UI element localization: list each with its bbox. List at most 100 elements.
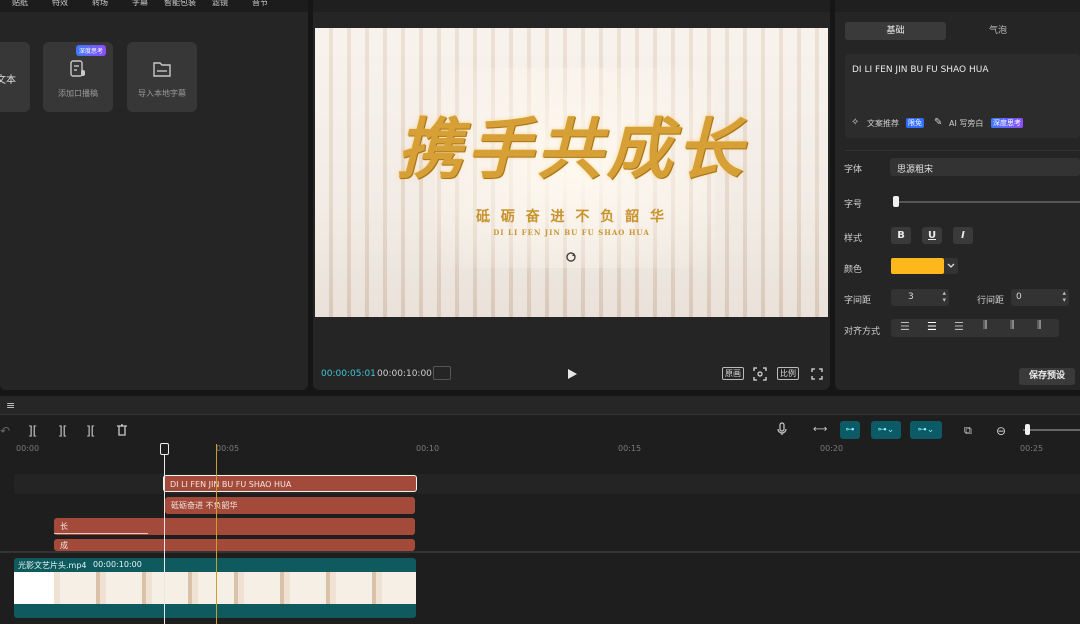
align-label: 对齐方式 [844, 327, 881, 337]
align-left-icon[interactable]: ☰ [900, 320, 910, 333]
screenshot-icon[interactable]: ⧉ [964, 424, 972, 438]
player-header [313, 0, 830, 12]
trim-right-icon[interactable]: ][ [86, 424, 95, 438]
text-content: DI LI FEN JIN BU FU SHAO HUA [852, 65, 989, 75]
sparkle-icon: ✧ [851, 117, 860, 128]
letter-spacing-label: 字间距 [844, 296, 872, 306]
folder-icon [153, 62, 171, 77]
trim-left-icon[interactable]: ][ [58, 424, 67, 438]
ruler-tick: 00:25 [1020, 444, 1044, 453]
player-controls: 00:00:05:01 00:00:10:00 原画 比例 [315, 360, 828, 388]
ruler-tick: 00:10 [416, 444, 440, 453]
stepper-icon[interactable]: ▴ ▾ [942, 290, 946, 304]
tab-basic[interactable]: 基础 [845, 22, 946, 40]
size-label: 字号 [844, 200, 863, 210]
video-thumbnails [14, 572, 416, 604]
line-spacing-label: 行间距 [977, 296, 1005, 306]
original-quality-button[interactable]: 原画 [722, 367, 744, 380]
split-icon[interactable]: ][ [28, 424, 37, 438]
magnet-snap-button[interactable]: ⊶ [840, 421, 860, 439]
preview-pinyin: DI LI FEN JIN BU FU SHAO HUA [493, 228, 650, 237]
tab-subtitles[interactable]: 字幕 [120, 0, 160, 12]
fit-screen-icon[interactable] [753, 367, 767, 381]
video-preview[interactable]: 携手共成长 砥 砺 奋 进 不 负 韶 华 DI LI FEN JIN BU F… [315, 28, 828, 317]
align-right-icon[interactable]: ☰ [954, 320, 964, 333]
undo-icon[interactable]: ↶ [0, 424, 10, 438]
text-card-label: 文本 [0, 75, 16, 86]
align-center-icon[interactable]: ☰ [927, 320, 937, 333]
tab-stickers[interactable]: 贴纸 [0, 0, 40, 12]
font-value: 思源粗宋 [897, 165, 934, 175]
stepper-icon[interactable]: ▴ ▾ [1062, 290, 1066, 304]
play-icon[interactable] [566, 368, 578, 380]
tab-filters[interactable]: 滤镜 [200, 0, 240, 12]
line-spacing-value: 0 [1016, 292, 1022, 302]
tab-effects[interactable]: 特效 [40, 0, 80, 12]
size-slider-track[interactable] [893, 201, 1080, 203]
clip-keyframe-line [54, 533, 148, 534]
ruler-tick: 00:15 [618, 444, 642, 453]
color-swatch[interactable] [891, 258, 944, 274]
vertical-bottom-icon[interactable]: ⫼ [1037, 320, 1042, 331]
font-select[interactable]: 思源粗宋 [890, 158, 1080, 176]
microphone-icon[interactable] [777, 422, 787, 436]
script-icon [70, 60, 85, 77]
timeline-header-bar [0, 396, 1080, 415]
zoom-out-icon[interactable]: ⊖ [996, 424, 1006, 438]
zoom-slider-track[interactable] [1023, 429, 1080, 431]
import-subtitle-label: 导入本地字幕 [138, 89, 186, 98]
tab-bubble[interactable]: 气泡 [948, 22, 1048, 40]
playhead-handle[interactable] [160, 443, 169, 455]
current-time: 00:00:05:01 [321, 369, 376, 379]
color-label: 颜色 [844, 265, 863, 275]
text-clip-subtitle[interactable]: 砥砺奋进 不负韶华 [165, 497, 415, 514]
chevron-down-icon [947, 263, 955, 268]
vertical-center-icon[interactable]: ⫼ [1010, 320, 1015, 331]
asset-tabs: 贴纸 特效 转场 字幕 智能包装 滤镜 音节 [0, 0, 308, 12]
link-icon[interactable]: ⟷ [813, 424, 827, 435]
properties-divider [845, 150, 1080, 151]
text-card[interactable]: 文本 [0, 42, 30, 112]
save-preset-button[interactable]: 保存预设 [1019, 368, 1075, 385]
timecode-menu-icon[interactable] [433, 366, 451, 380]
deep-think-badge: 深度思考 [991, 118, 1023, 128]
preview-subtitle: 砥 砺 奋 进 不 负 韶 华 [475, 209, 668, 225]
text-input-area[interactable]: DI LI FEN JIN BU FU SHAO HUA ✧ 文案推荐 限免 ✎… [845, 54, 1080, 138]
add-script-card[interactable]: 深度思考 添加口播稿 [43, 42, 113, 112]
preview-axis-button[interactable]: ⊶⌄ [910, 421, 942, 439]
copy-recommend-button[interactable]: 文案推荐 [867, 118, 899, 129]
tab-transitions[interactable]: 转场 [80, 0, 120, 12]
color-dropdown[interactable] [944, 258, 958, 274]
align-group: ☰ ☰ ☰ ⫼ ⫼ ⫼ [891, 319, 1059, 337]
underline-button[interactable]: U [922, 227, 942, 244]
pen-icon: ✎ [934, 117, 943, 128]
ai-narration-button[interactable]: AI 写旁白 [949, 118, 983, 129]
preview-main-title: 携手共成长 [396, 110, 747, 188]
letter-spacing-value: 3 [908, 292, 914, 302]
properties-header [835, 0, 1080, 12]
add-script-label: 添加口播稿 [58, 89, 98, 98]
delete-icon[interactable] [116, 424, 128, 436]
style-label: 样式 [844, 234, 863, 244]
fullscreen-icon[interactable] [811, 368, 823, 380]
zoom-slider-handle[interactable] [1025, 424, 1030, 435]
menu-icon[interactable]: ≡ [6, 399, 15, 412]
rotate-handle-icon[interactable] [565, 251, 577, 263]
tab-beats[interactable]: 音节 [240, 0, 280, 12]
italic-button[interactable]: I [953, 227, 973, 244]
playhead-line[interactable] [164, 444, 165, 624]
import-subtitle-card[interactable]: 导入本地字幕 [127, 42, 197, 112]
text-clip-pinyin[interactable]: DI LI FEN JIN BU FU SHAO HUA [163, 475, 417, 492]
video-clip-name: 光影文艺片头.mp4 [18, 561, 87, 570]
video-clip[interactable]: 光影文艺片头.mp4 00:00:10:00 [14, 558, 416, 618]
letter-spacing-input[interactable]: 3 ▴ ▾ [891, 289, 949, 306]
bold-button[interactable]: B [891, 227, 911, 244]
time-ruler[interactable]: 00:00 00:05 00:10 00:15 00:20 00:25 [14, 444, 1080, 456]
size-slider-handle[interactable] [893, 196, 899, 207]
line-spacing-input[interactable]: 0 ▴ ▾ [1011, 289, 1069, 306]
vertical-top-icon[interactable]: ⫼ [983, 320, 988, 331]
text-clip-cheng[interactable]: 成 [54, 539, 415, 551]
ratio-button[interactable]: 比例 [777, 367, 799, 380]
linkage-button[interactable]: ⊶⌄ [871, 421, 901, 439]
tab-smart-pack[interactable]: 智能包装 [160, 0, 200, 12]
